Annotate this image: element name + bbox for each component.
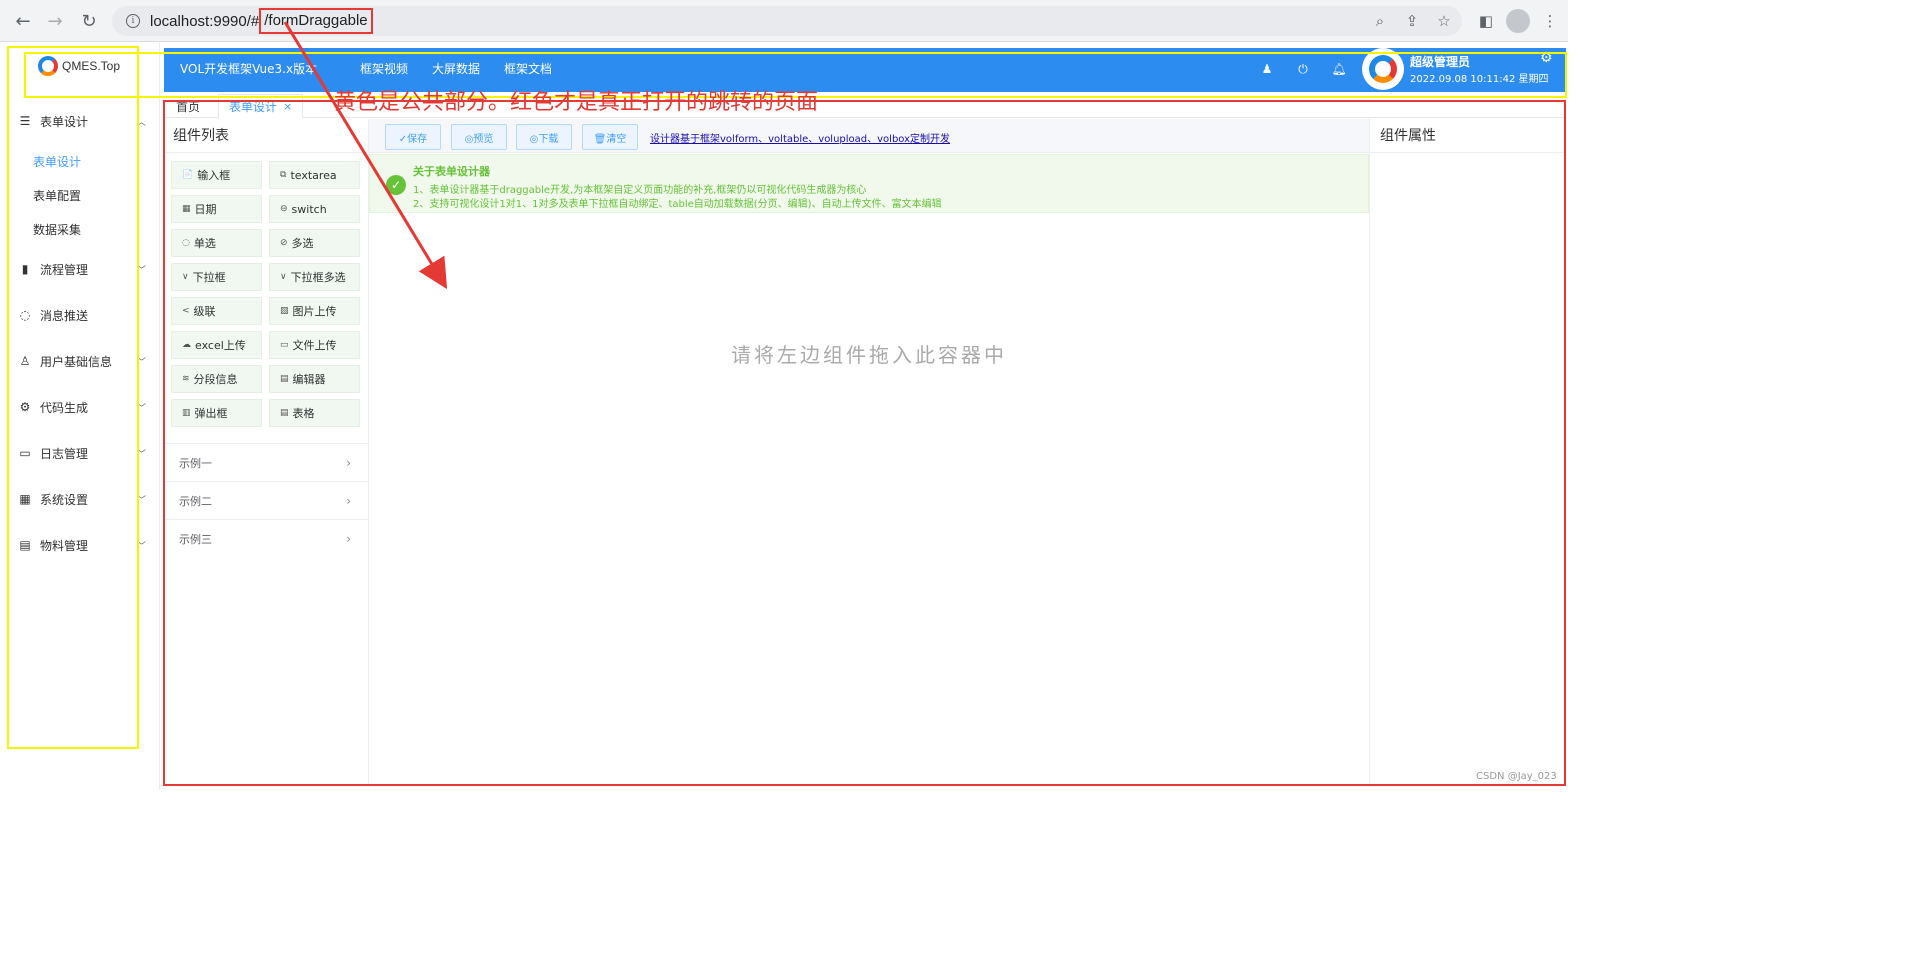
info-icon[interactable]: i — [126, 14, 140, 28]
sidepanel-icon[interactable]: ◧ — [1476, 11, 1496, 31]
star-icon[interactable]: ☆ — [1434, 11, 1454, 31]
zoom-icon[interactable]: ⌕ — [1370, 11, 1390, 31]
share-icon[interactable]: ⇪ — [1402, 11, 1422, 31]
annotation-yellow-sidebar-box — [7, 46, 139, 749]
reload-icon[interactable]: ↻ — [78, 10, 100, 32]
url-host: localhost:9990/# — [150, 12, 260, 30]
url-path: /formDraggable — [259, 8, 373, 34]
annotation-text: 黄色是公共部分。红色才是真正打开的跳转的页面 — [334, 90, 819, 115]
browser-toolbar: ← → ↻ i localhost:9990/# /formDraggable … — [0, 0, 1568, 42]
forward-icon[interactable]: → — [44, 10, 66, 32]
menu-dots-icon[interactable]: ⋮ — [1540, 11, 1560, 31]
profile-icon[interactable] — [1506, 9, 1530, 33]
annotation-red-page-box — [163, 100, 1566, 786]
back-icon[interactable]: ← — [12, 10, 34, 32]
watermark: CSDN @Jay_023 — [1476, 771, 1557, 782]
address-bar[interactable]: i localhost:9990/# /formDraggable — [112, 6, 1462, 36]
